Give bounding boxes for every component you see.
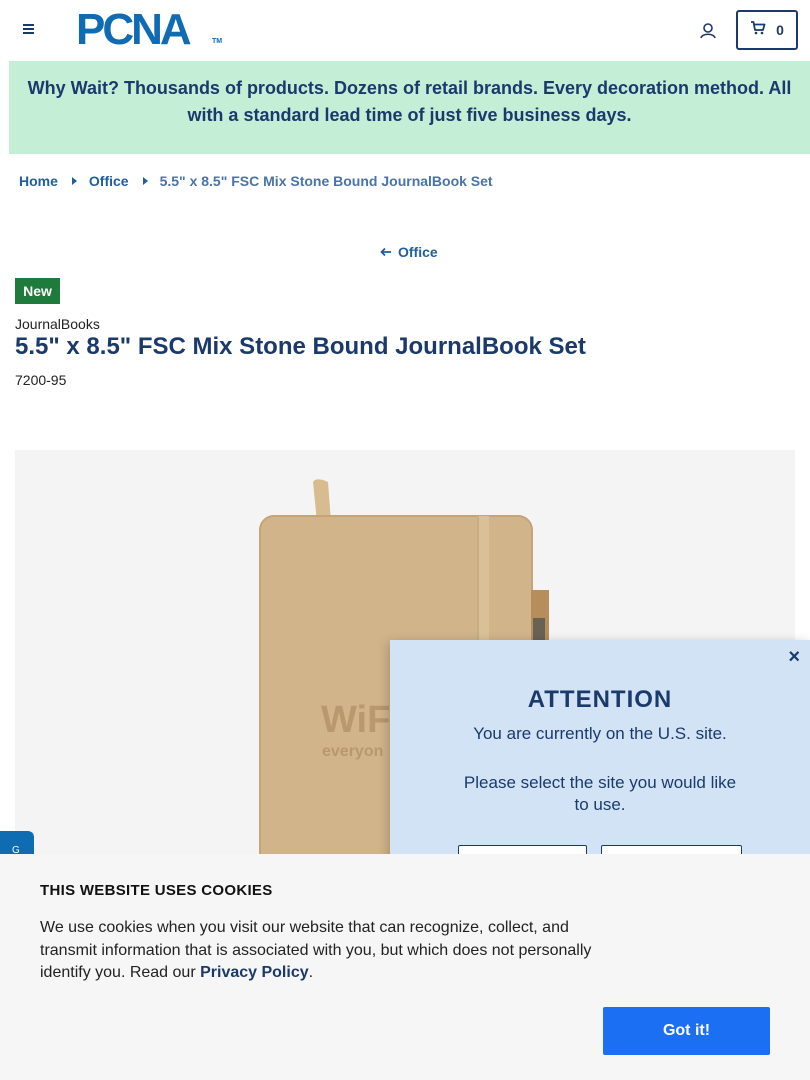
close-icon[interactable]: × [788,646,800,669]
deboss-logo-text: WiFi [321,699,401,741]
modal-select-site-text: Please select the site you would like to… [463,773,737,814]
new-badge: New [15,278,60,304]
cookie-title: THIS WEBSITE USES COOKIES [40,882,273,899]
deboss-tagline-text: everyon [322,743,383,760]
product-title: 5.5" x 8.5" FSC Mix Stone Bound JournalB… [15,333,586,360]
pcna-logo[interactable]: PCNA TM [76,5,226,54]
back-link-label: Office [398,244,438,260]
promo-banner: Why Wait? Thousands of products. Dozens … [9,61,810,154]
hamburger-menu-icon[interactable] [18,20,38,40]
attention-modal: × ATTENTION You are currently on the U.S… [390,640,810,877]
breadcrumb-office[interactable]: Office [89,173,129,189]
cookie-banner: THIS WEBSITE USES COOKIES We use cookies… [0,854,810,1080]
product-sku: 7200-95 [15,372,67,388]
privacy-policy-link[interactable]: Privacy Policy [200,964,309,981]
cookie-body: We use cookies when you visit our websit… [40,919,592,981]
cookie-suffix: . [308,964,314,981]
page: PCNA TM 0 Why Wait? Thousands of product… [0,0,810,1080]
caret-right-icon [142,177,148,185]
user-account-icon[interactable] [697,20,719,42]
site-header: PCNA TM 0 [0,0,810,61]
product-brand[interactable]: JournalBooks [15,316,100,332]
caret-right-icon [71,177,77,185]
shopping-cart-icon [750,20,766,40]
cart-count: 0 [776,22,784,38]
logo-trademark: TM [212,38,223,45]
modal-current-site-text: You are currently on the U.S. site. [473,724,727,743]
breadcrumb: Home Office 5.5" x 8.5" FSC Mix Stone Bo… [19,172,493,190]
breadcrumb-current: 5.5" x 8.5" FSC Mix Stone Bound JournalB… [159,173,493,189]
promo-text: Why Wait? Thousands of products. Dozens … [27,78,792,125]
accept-cookies-button[interactable]: Got it! [603,1007,770,1055]
logo-text: PCNA [76,5,192,54]
arrow-left-icon [380,244,392,260]
cookie-text: We use cookies when you visit our websit… [40,917,610,985]
breadcrumb-home[interactable]: Home [19,173,58,189]
cart-button[interactable]: 0 [736,10,798,50]
back-to-office-link[interactable]: Office [380,244,438,260]
modal-title: ATTENTION [527,686,673,713]
